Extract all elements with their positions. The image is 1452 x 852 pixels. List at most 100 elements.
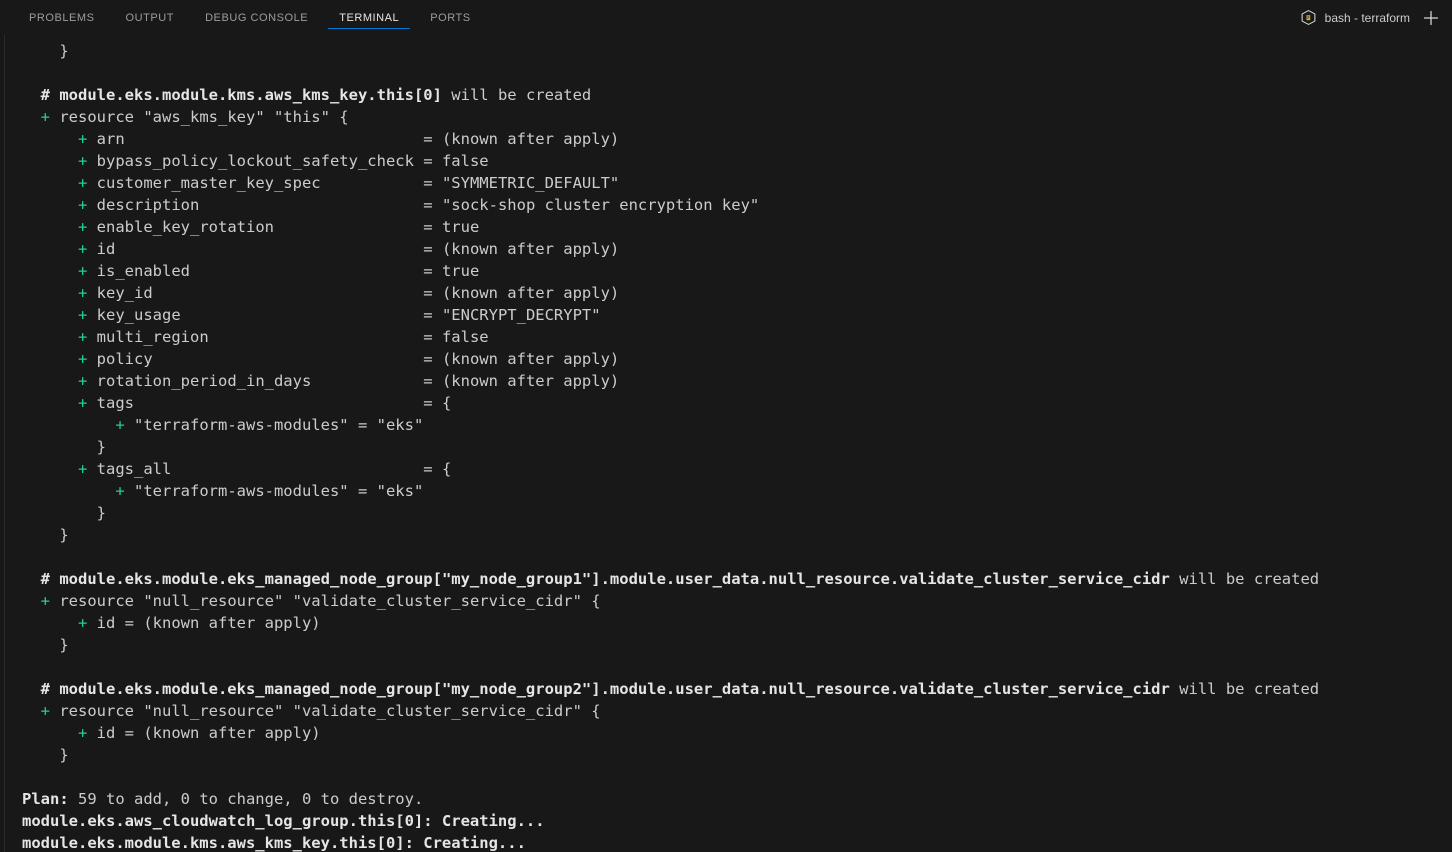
- terminal-line: }: [22, 744, 1452, 766]
- add-marker: +: [78, 614, 88, 632]
- add-marker: +: [78, 724, 88, 742]
- new-terminal-button[interactable]: [1420, 7, 1442, 29]
- resource-address: module.eks.module.kms.aws_kms_key.this[0…: [22, 834, 526, 852]
- terminal-line: + description = "sock-shop cluster encry…: [22, 194, 1452, 216]
- panel-header-actions: bash - terraform: [1300, 0, 1452, 35]
- terminal-line: + id = (known after apply): [22, 612, 1452, 634]
- plus-icon: [1422, 9, 1440, 27]
- line-text: bypass_policy_lockout_safety_check = fal…: [87, 152, 489, 170]
- terminal-line: + "terraform-aws-modules" = "eks": [22, 480, 1452, 502]
- add-marker: +: [78, 306, 88, 324]
- terminal-line: + id = (known after apply): [22, 238, 1452, 260]
- line-text: }: [96, 438, 106, 456]
- line-text: multi_region = false: [87, 328, 489, 346]
- add-marker: +: [78, 350, 88, 368]
- terminal-line: }: [22, 634, 1452, 656]
- line-text: will be created: [1169, 680, 1320, 698]
- terminal-panel[interactable]: } # module.eks.module.kms.aws_kms_key.th…: [0, 35, 1452, 852]
- line-text: rotation_period_in_days = (known after a…: [87, 372, 620, 390]
- terminal-line: + rotation_period_in_days = (known after…: [22, 370, 1452, 392]
- line-text: }: [59, 746, 69, 764]
- panel-tab-list: PROBLEMS OUTPUT DEBUG CONSOLE TERMINAL P…: [0, 0, 491, 35]
- terminal-line: + resource "aws_kms_key" "this" {: [22, 106, 1452, 128]
- line-text: resource "aws_kms_key" "this" {: [50, 108, 349, 126]
- terminal-line: + key_usage = "ENCRYPT_DECRYPT": [22, 304, 1452, 326]
- terminal-line: }: [22, 40, 1452, 62]
- tab-ports[interactable]: PORTS: [419, 0, 481, 35]
- tab-debug-console[interactable]: DEBUG CONSOLE: [194, 0, 319, 35]
- line-text: description = "sock-shop cluster encrypt…: [87, 196, 760, 214]
- terminal-line: # module.eks.module.eks_managed_node_gro…: [22, 678, 1452, 700]
- line-text: key_id = (known after apply): [87, 284, 620, 302]
- active-terminal-indicator[interactable]: bash - terraform: [1300, 9, 1410, 26]
- terminal-line: + enable_key_rotation = true: [22, 216, 1452, 238]
- line-text: }: [59, 42, 69, 60]
- terminal-line: module.eks.module.kms.aws_kms_key.this[0…: [22, 832, 1452, 852]
- add-marker: +: [78, 218, 88, 236]
- terminal-line: + multi_region = false: [22, 326, 1452, 348]
- tab-output[interactable]: OUTPUT: [115, 0, 186, 35]
- terminal-line: + customer_master_key_spec = "SYMMETRIC_…: [22, 172, 1452, 194]
- line-text: is_enabled = true: [87, 262, 480, 280]
- tab-problems[interactable]: PROBLEMS: [18, 0, 106, 35]
- terminal-line: }: [22, 502, 1452, 524]
- terminal-line: + policy = (known after apply): [22, 348, 1452, 370]
- line-text: "terraform-aws-modules" = "eks": [124, 416, 424, 434]
- line-text: key_usage = "ENCRYPT_DECRYPT": [87, 306, 601, 324]
- line-text: tags_all = {: [87, 460, 452, 478]
- line-text: id = (known after apply): [87, 240, 620, 258]
- terminal-line: + bypass_policy_lockout_safety_check = f…: [22, 150, 1452, 172]
- panel-header: PROBLEMS OUTPUT DEBUG CONSOLE TERMINAL P…: [0, 0, 1452, 35]
- line-text: }: [59, 526, 69, 544]
- terminal-line: # module.eks.module.kms.aws_kms_key.this…: [22, 84, 1452, 106]
- tab-problems-label: PROBLEMS: [29, 11, 95, 24]
- terminal-line: + tags = {: [22, 392, 1452, 414]
- tab-terminal[interactable]: TERMINAL: [328, 0, 411, 35]
- resource-address: # module.eks.module.eks_managed_node_gro…: [40, 680, 1170, 698]
- terminal-line: + arn = (known after apply): [22, 128, 1452, 150]
- add-marker: +: [78, 174, 88, 192]
- terminal-output[interactable]: } # module.eks.module.kms.aws_kms_key.th…: [0, 35, 1452, 852]
- line-text: }: [96, 504, 106, 522]
- add-marker: +: [78, 394, 88, 412]
- add-marker: +: [78, 130, 88, 148]
- add-marker: +: [78, 328, 88, 346]
- add-marker: +: [78, 262, 88, 280]
- line-text: policy = (known after apply): [87, 350, 620, 368]
- resource-address: module.eks.aws_cloudwatch_log_group.this…: [22, 812, 545, 830]
- terminal-line: }: [22, 436, 1452, 458]
- terminal-line: + "terraform-aws-modules" = "eks": [22, 414, 1452, 436]
- terminal-line: Plan: 59 to add, 0 to change, 0 to destr…: [22, 788, 1452, 810]
- line-text: resource "null_resource" "validate_clust…: [50, 702, 601, 720]
- tab-terminal-label: TERMINAL: [339, 11, 400, 24]
- add-marker: +: [78, 196, 88, 214]
- terminal-line: + resource "null_resource" "validate_clu…: [22, 700, 1452, 722]
- resource-address: Plan:: [22, 790, 69, 808]
- terminal-line: + key_id = (known after apply): [22, 282, 1452, 304]
- line-text: }: [59, 636, 69, 654]
- add-marker: +: [78, 240, 88, 258]
- line-text: enable_key_rotation = true: [87, 218, 480, 236]
